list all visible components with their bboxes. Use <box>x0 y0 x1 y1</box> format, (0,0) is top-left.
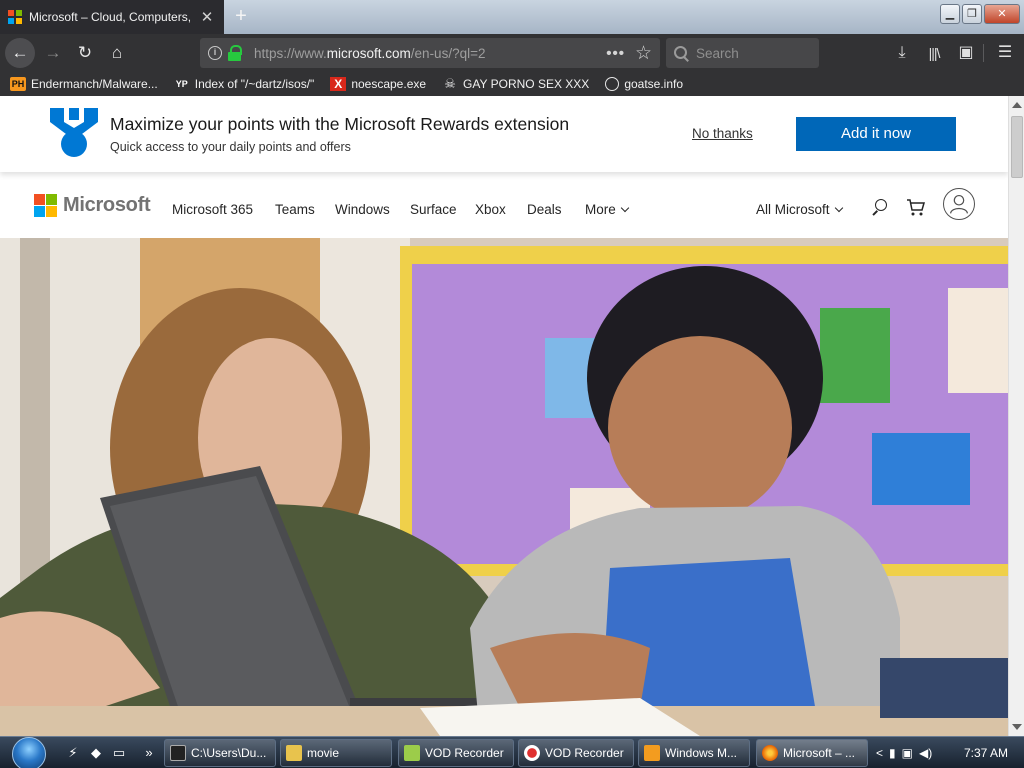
network-icon[interactable]: ▣ <box>902 746 913 760</box>
navigation-toolbar: ← → ↻ ⌂ i https://www.microsoft.com/en-u… <box>0 34 1024 72</box>
url-text[interactable]: https://www.microsoft.com/en-us/?ql=2 <box>254 46 606 61</box>
hero-image <box>0 238 1008 736</box>
record-icon <box>524 745 540 761</box>
reload-button[interactable]: ↻ <box>70 38 100 68</box>
taskbar-button-vod-recorder-2[interactable]: VOD Recorder <box>518 739 634 767</box>
tray-expand-icon[interactable]: < <box>876 746 883 760</box>
nav-deals[interactable]: Deals <box>527 202 562 217</box>
taskbar-button-media-player[interactable]: Windows M... <box>638 739 750 767</box>
nav-xbox[interactable]: Xbox <box>475 202 506 217</box>
sidebar-icon[interactable]: ▣ <box>952 38 980 68</box>
search-placeholder: Search <box>696 45 739 61</box>
taskbar-button-vod-recorder[interactable]: VOD Recorder <box>398 739 514 767</box>
x-favicon-icon: X <box>330 77 347 91</box>
tray-app-icon[interactable]: ▮ <box>889 746 896 760</box>
site-header: Microsoft Microsoft 365 Teams Windows Su… <box>0 172 1008 238</box>
search-icon[interactable] <box>870 198 890 218</box>
address-bar[interactable]: i https://www.microsoft.com/en-us/?ql=2 … <box>200 38 660 68</box>
back-button[interactable]: ← <box>5 38 35 68</box>
taskbar-clock[interactable]: 7:37 AM <box>964 746 1008 760</box>
window-controls: ▁ ❐ ✕ <box>940 4 1020 24</box>
pornhub-favicon-icon: PH <box>10 77 26 91</box>
scroll-up-icon[interactable] <box>1012 102 1022 108</box>
home-button[interactable]: ⌂ <box>102 38 132 68</box>
start-button[interactable] <box>9 737 49 768</box>
rewards-banner: Maximize your points with the Microsoft … <box>0 96 1008 172</box>
quicklaunch-desktop-icon[interactable]: ▭ <box>110 744 128 762</box>
scroll-down-icon[interactable] <box>1012 724 1022 730</box>
add-it-now-button[interactable]: Add it now <box>796 117 956 151</box>
taskbar-button-movie[interactable]: movie <box>280 739 392 767</box>
app-icon <box>404 745 420 761</box>
nav-surface[interactable]: Surface <box>410 202 457 217</box>
hamburger-menu-icon[interactable]: ☰ <box>991 38 1019 68</box>
page-scrollbar[interactable] <box>1008 96 1024 736</box>
cmd-icon <box>170 745 186 761</box>
nav-microsoft-365[interactable]: Microsoft 365 <box>172 202 253 217</box>
chevron-down-icon <box>834 203 843 213</box>
maximize-button[interactable]: ❐ <box>962 4 982 24</box>
shopping-cart-icon[interactable] <box>906 198 926 218</box>
nav-windows[interactable]: Windows <box>335 202 390 217</box>
rewards-title: Maximize your points with the Microsoft … <box>110 114 570 134</box>
microsoft-logo-icon <box>34 194 57 217</box>
library-icon[interactable]: |||\ <box>920 38 948 68</box>
yp-favicon-icon: YP <box>175 79 188 89</box>
bookmarks-toolbar: PH Endermanch/Malware... YP Index of "/~… <box>0 72 1024 96</box>
secure-lock-icon[interactable] <box>228 45 242 61</box>
bookmark-star-icon[interactable]: ☆ <box>635 42 652 65</box>
nav-teams[interactable]: Teams <box>275 202 315 217</box>
browser-titlebar: Microsoft – Cloud, Computers, ✕ + ▁ ❐ ✕ <box>0 0 1024 34</box>
quicklaunch-more-icon[interactable]: » <box>140 744 158 762</box>
globe-icon <box>605 77 620 91</box>
folder-icon <box>286 745 302 761</box>
search-input[interactable]: Search <box>666 38 819 68</box>
no-thanks-link[interactable]: No thanks <box>692 126 753 141</box>
rewards-subtitle: Quick access to your daily points and of… <box>110 140 351 154</box>
windows-taskbar: ⚡ ◆ ▭ » C:\Users\Du... movie VOD Recorde… <box>0 736 1024 768</box>
volume-icon[interactable]: ◀) <box>919 746 932 760</box>
page-actions-icon[interactable]: ••• <box>606 45 625 62</box>
windows-orb-icon <box>12 737 46 768</box>
all-microsoft-menu[interactable]: All Microsoft <box>756 202 843 217</box>
taskbar-button-cmd[interactable]: C:\Users\Du... <box>164 739 276 767</box>
account-avatar-icon[interactable] <box>943 188 975 220</box>
nav-more[interactable]: More <box>585 202 630 217</box>
bookmark-item[interactable]: ☠ GAY PORNO SEX XXX <box>442 76 589 92</box>
tab-title: Microsoft – Cloud, Computers, <box>29 10 192 24</box>
new-tab-button[interactable]: + <box>228 4 254 30</box>
tab-close-icon[interactable]: ✕ <box>198 8 216 26</box>
microsoft-favicon-icon <box>8 10 22 24</box>
downloads-icon[interactable]: ⤓ <box>888 38 916 68</box>
minimize-button[interactable]: ▁ <box>940 4 960 24</box>
toolbar-separator <box>983 44 984 62</box>
media-icon <box>644 745 660 761</box>
forward-button[interactable]: → <box>38 38 68 68</box>
taskbar-button-firefox[interactable]: Microsoft – ... <box>756 739 868 767</box>
firefox-icon <box>762 745 778 761</box>
bookmark-item[interactable]: X noescape.exe <box>330 77 426 91</box>
web-page: Maximize your points with the Microsoft … <box>0 96 1008 736</box>
microsoft-logo[interactable]: Microsoft <box>34 194 151 217</box>
bookmark-item[interactable]: YP Index of "/~dartz/isos/" <box>174 77 315 91</box>
active-tab[interactable]: Microsoft – Cloud, Computers, ✕ <box>0 0 224 34</box>
site-info-icon[interactable]: i <box>208 46 222 60</box>
scroll-thumb[interactable] <box>1011 116 1023 178</box>
chevron-down-icon <box>620 203 630 213</box>
bookmark-item[interactable]: goatse.info <box>605 77 683 91</box>
close-window-button[interactable]: ✕ <box>984 4 1020 24</box>
quicklaunch-winamp-icon[interactable]: ⚡ <box>64 744 82 762</box>
rewards-medal-icon <box>50 108 98 157</box>
search-icon <box>674 46 688 60</box>
bookmark-item[interactable]: PH Endermanch/Malware... <box>10 77 158 91</box>
skull-favicon-icon: ☠ <box>444 76 456 91</box>
quicklaunch-app-icon[interactable]: ◆ <box>87 744 105 762</box>
